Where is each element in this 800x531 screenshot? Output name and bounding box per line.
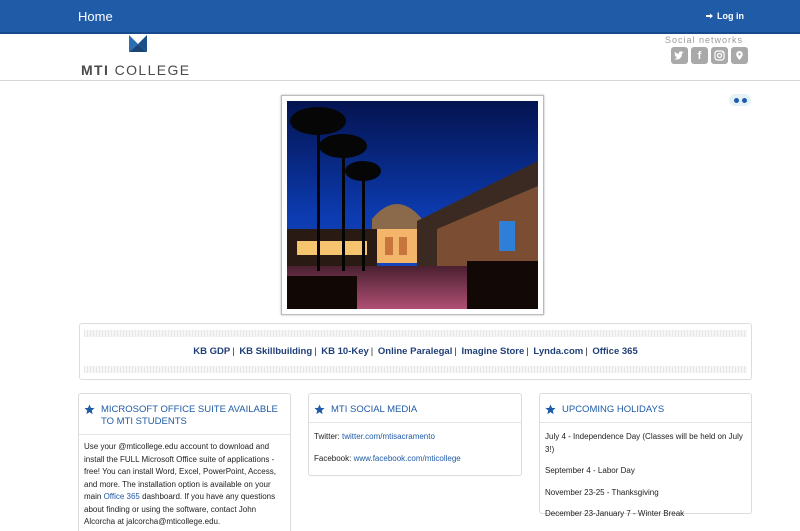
link-kb-gdp[interactable]: KB GDP bbox=[193, 346, 230, 357]
twitter-icon[interactable] bbox=[671, 47, 688, 64]
logo-mti: MTI bbox=[81, 62, 110, 78]
link-separator: | bbox=[585, 346, 588, 357]
social-media-card: MTI SOCIAL MEDIA Twitter: twitter.com/mt… bbox=[308, 393, 522, 476]
campus-photo bbox=[281, 95, 544, 315]
login-label: Log in bbox=[717, 11, 744, 21]
link-kb-skillbuilding[interactable]: KB Skillbuilding bbox=[239, 346, 312, 357]
login-link[interactable]: Log in bbox=[706, 11, 744, 21]
logo-college: COLLEGE bbox=[109, 62, 191, 78]
link-imagine-store[interactable]: Imagine Store bbox=[461, 346, 524, 357]
holiday-item: November 23-25 - Thanksgiving bbox=[545, 487, 659, 497]
twitter-label: Twitter: bbox=[314, 432, 343, 441]
facebook-icon[interactable]: f bbox=[691, 47, 708, 64]
carousel-toggle[interactable] bbox=[729, 94, 751, 106]
card-body: Use your @mticollege.edu account to down… bbox=[79, 435, 290, 531]
quick-links-panel: KB GDP | KB Skillbuilding | KB 10-Key | Onl… bbox=[79, 323, 752, 380]
mti-logo-icon[interactable] bbox=[129, 35, 147, 52]
link-separator: | bbox=[526, 346, 529, 357]
top-nav-bar: Home Log in bbox=[0, 0, 800, 34]
star-icon bbox=[314, 404, 325, 415]
holiday-item: July 4 - Independence Day (Classes will … bbox=[545, 432, 743, 454]
social-networks-title: Social networks bbox=[665, 35, 744, 45]
decorative-stripe bbox=[84, 330, 747, 337]
card-body: Twitter: twitter.com/mtisacramento Faceb… bbox=[309, 423, 521, 478]
card-body: July 4 - Independence Day (Classes will … bbox=[540, 423, 751, 531]
link-separator: | bbox=[454, 346, 457, 357]
social-icons: f bbox=[671, 47, 748, 64]
link-kb-10-key[interactable]: KB 10-Key bbox=[321, 346, 369, 357]
link-separator: | bbox=[232, 346, 235, 357]
holiday-item: September 4 - Labor Day bbox=[545, 466, 635, 475]
login-icon bbox=[706, 13, 713, 19]
office-card-title: MICROSOFT OFFICE SUITE AVAILABLE TO MTI … bbox=[101, 404, 278, 427]
location-icon[interactable] bbox=[731, 47, 748, 64]
card-title: UPCOMING HOLIDAYS bbox=[540, 394, 751, 423]
social-card-title: MTI SOCIAL MEDIA bbox=[331, 404, 418, 415]
office-365-link[interactable]: Office 365 bbox=[104, 492, 140, 501]
instagram-icon[interactable] bbox=[711, 47, 728, 64]
card-title: MICROSOFT OFFICE SUITE AVAILABLE TO MTI … bbox=[79, 394, 290, 435]
home-link[interactable]: Home bbox=[78, 9, 113, 24]
decorative-stripe bbox=[84, 366, 747, 373]
star-icon bbox=[545, 404, 556, 415]
campus-night-image bbox=[287, 101, 538, 309]
facebook-label: Facebook: bbox=[314, 453, 354, 463]
facebook-row: Facebook: www.facebook.com/mticollege bbox=[314, 451, 516, 473]
link-lynda[interactable]: Lynda.com bbox=[533, 346, 583, 357]
site-header: MTI COLLEGE Social networks f bbox=[0, 34, 800, 81]
holidays-card-title: UPCOMING HOLIDAYS bbox=[562, 404, 665, 415]
link-separator: | bbox=[314, 346, 317, 357]
link-separator: | bbox=[370, 346, 374, 357]
twitter-row: Twitter: twitter.com/mtisacramento bbox=[314, 429, 516, 451]
star-icon bbox=[84, 404, 95, 415]
card-title: MTI SOCIAL MEDIA bbox=[309, 394, 521, 423]
holiday-item: December 23-January 7 - Winter Break bbox=[545, 509, 685, 518]
facebook-link[interactable]: www.facebook.com/mticollege bbox=[354, 454, 461, 463]
office-suite-card: MICROSOFT OFFICE SUITE AVAILABLE TO MTI … bbox=[78, 393, 291, 531]
twitter-link[interactable]: twitter.com/mtisacramento bbox=[342, 432, 435, 441]
link-office-365[interactable]: Office 365 bbox=[592, 346, 637, 357]
carousel-dot[interactable] bbox=[741, 97, 747, 103]
college-logo-text[interactable]: MTI COLLEGE bbox=[81, 62, 191, 78]
link-online-paralegal[interactable]: Online Paralegal bbox=[378, 346, 452, 357]
holidays-card: UPCOMING HOLIDAYS July 4 - Independence … bbox=[539, 393, 752, 518]
quick-links: KB GDP | KB Skillbuilding | KB 10-Key | Onl… bbox=[80, 346, 751, 357]
carousel-dot[interactable] bbox=[733, 97, 739, 103]
